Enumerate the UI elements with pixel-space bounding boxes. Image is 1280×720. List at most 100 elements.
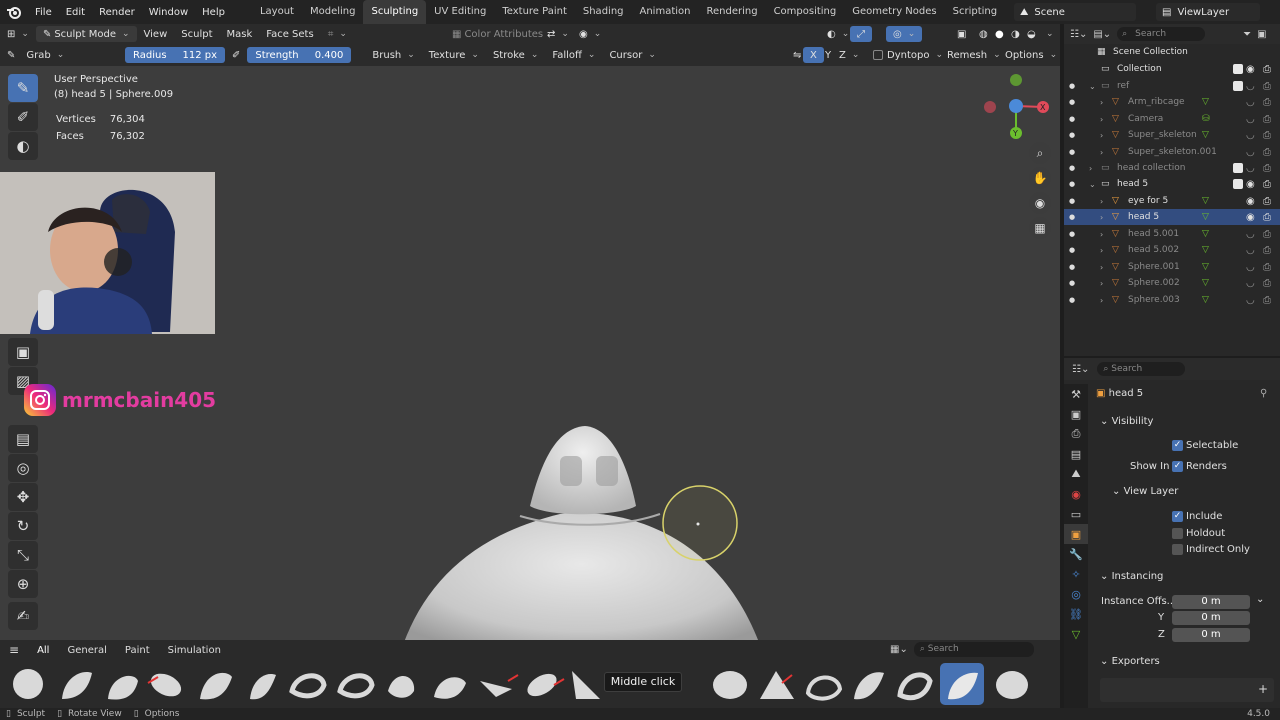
holdout-checkbox[interactable]: [1172, 528, 1183, 539]
expand-chevron-icon[interactable]: ›: [1100, 246, 1103, 255]
eye-icon[interactable]: ◡: [1246, 245, 1255, 256]
draw-brush-tool[interactable]: ✎: [8, 74, 38, 102]
world-tab-icon[interactable]: ◉: [1064, 484, 1088, 504]
view-layer-tab-icon[interactable]: ▤: [1064, 444, 1088, 464]
camera-render-icon[interactable]: ⎙: [1263, 130, 1271, 141]
active-dot-icon[interactable]: ●: [1069, 279, 1075, 287]
shading-options-icon[interactable]: [1036, 29, 1061, 39]
scene-tab-icon[interactable]: ⛰: [1064, 464, 1088, 484]
tab-sculpting[interactable]: Sculpting: [363, 0, 427, 24]
active-dot-icon[interactable]: ●: [1069, 164, 1075, 172]
scene-selector[interactable]: ⛰ Scene: [1014, 3, 1136, 21]
zoom-icon[interactable]: ⌕: [1029, 142, 1051, 164]
pin-icon[interactable]: ⚲: [1260, 388, 1267, 399]
exporters-list[interactable]: +: [1100, 678, 1274, 702]
camera-render-icon[interactable]: ⎙: [1263, 229, 1271, 240]
expand-chevron-icon[interactable]: ›: [1100, 279, 1103, 288]
outliner-item[interactable]: ● › ▽ head 5.001 ▽ ◡ ⎙: [1064, 226, 1280, 242]
shelf-search-input[interactable]: ⌕ Search: [913, 642, 1034, 657]
eye-icon[interactable]: ◡: [1246, 114, 1255, 125]
active-dot-icon[interactable]: ●: [1069, 246, 1075, 254]
exporters-panel-header[interactable]: ⌄ Exporters: [1100, 656, 1160, 667]
object-data-icon[interactable]: ⛁: [1202, 114, 1210, 124]
expand-chevron-icon[interactable]: ⌄: [1089, 180, 1096, 189]
instancing-panel-header[interactable]: ⌄ Instancing: [1100, 571, 1163, 582]
perspective-grid-icon[interactable]: ▦: [1029, 217, 1051, 239]
view-layer-selector[interactable]: ▤ ViewLayer: [1156, 3, 1260, 21]
mask-brush-tool[interactable]: ◐: [8, 132, 38, 160]
render-tab-icon[interactable]: ▣: [1064, 404, 1088, 424]
output-tab-icon[interactable]: ⎙: [1064, 424, 1088, 444]
shelf-tab-simulation[interactable]: Simulation: [159, 645, 230, 656]
object-data-icon[interactable]: ▽: [1202, 97, 1209, 107]
shelf-menu-icon[interactable]: ≡: [0, 643, 28, 657]
eye-icon[interactable]: ◡: [1246, 163, 1255, 174]
stroke-menu[interactable]: Stroke: [486, 50, 545, 61]
active-dot-icon[interactable]: ●: [1069, 230, 1075, 238]
3d-viewport[interactable]: User Perspective (8) head 5 | Sphere.009…: [0, 66, 1060, 660]
scale-tool-icon[interactable]: ⤡: [8, 541, 38, 569]
instance-offset-z-field[interactable]: 0 m: [1172, 628, 1250, 642]
camera-render-icon[interactable]: ⎙: [1263, 97, 1271, 108]
camera-render-icon[interactable]: ⎙: [1263, 147, 1271, 158]
constraints-tab-icon[interactable]: ⛓: [1064, 604, 1088, 624]
outliner-item[interactable]: ● › ▽ Sphere.002 ▽ ◡ ⎙: [1064, 275, 1280, 291]
annotate-tool-icon[interactable]: ✍: [8, 602, 38, 630]
editor-type-icon[interactable]: ⊞: [0, 29, 36, 40]
camera-view-icon[interactable]: ◉: [1029, 192, 1051, 214]
add-exporter-icon[interactable]: +: [1258, 682, 1268, 696]
visibility-panel-header[interactable]: ⌄ Visibility: [1100, 416, 1153, 427]
outliner-item[interactable]: ● › ▽ Camera ⛁ ◡ ⎙: [1064, 111, 1280, 127]
camera-render-icon[interactable]: ⎙: [1263, 212, 1271, 223]
menu-sculpt[interactable]: Sculpt: [174, 29, 219, 40]
active-dot-icon[interactable]: ●: [1069, 82, 1075, 90]
object-tab-icon[interactable]: ▣: [1064, 524, 1088, 544]
expand-chevron-icon[interactable]: ›: [1100, 148, 1103, 157]
active-dot-icon[interactable]: ●: [1069, 131, 1075, 139]
eye-icon[interactable]: ◡: [1246, 295, 1255, 306]
color-attributes-dropdown[interactable]: ▦ Color Attributes: [445, 29, 550, 40]
tool-tab-icon[interactable]: ⚒: [1064, 384, 1088, 404]
camera-render-icon[interactable]: ⎙: [1263, 179, 1271, 190]
menu-window[interactable]: Window: [142, 7, 195, 18]
tab-geometry-nodes[interactable]: Geometry Nodes: [844, 0, 944, 24]
expand-chevron-icon[interactable]: ›: [1100, 131, 1103, 140]
tab-compositing[interactable]: Compositing: [766, 0, 845, 24]
expand-chevron-icon[interactable]: ›: [1089, 164, 1092, 173]
exclude-checkbox[interactable]: [1233, 81, 1243, 91]
strength-slider[interactable]: Strength 0.400: [247, 47, 352, 63]
shelf-tab-general[interactable]: General: [58, 645, 115, 656]
rotate-tool-icon[interactable]: ↻: [8, 512, 38, 540]
outliner-item[interactable]: ● › ▽ head 5.002 ▽ ◡ ⎙: [1064, 242, 1280, 258]
face-set-edit-icon[interactable]: ⌗: [321, 29, 354, 40]
object-data-icon[interactable]: ▽: [1202, 295, 1209, 305]
outliner-item[interactable]: ● › ▽ Arm_ribcage ▽ ◡ ⎙: [1064, 94, 1280, 110]
renders-checkbox[interactable]: ✓: [1172, 461, 1183, 472]
eye-icon[interactable]: ◡: [1246, 97, 1255, 108]
properties-editor-icon[interactable]: ☷⌄: [1072, 364, 1089, 375]
expand-chevron-icon[interactable]: ›: [1100, 98, 1103, 107]
object-data-icon[interactable]: ▽: [1202, 130, 1209, 140]
active-dot-icon[interactable]: ●: [1069, 263, 1075, 271]
transform-tool-icon[interactable]: ⊕: [8, 570, 38, 598]
camera-render-icon[interactable]: ⎙: [1263, 163, 1271, 174]
instance-offset-y-field[interactable]: 0 m: [1172, 611, 1250, 625]
camera-render-icon[interactable]: ⎙: [1263, 278, 1271, 289]
active-dot-icon[interactable]: ●: [1069, 213, 1075, 221]
outliner-item[interactable]: ● › ▽ head 5 ▽ ◉ ⎙: [1064, 209, 1280, 225]
overlay-toggle-icon[interactable]: ◎: [886, 26, 923, 42]
outliner-item[interactable]: ▭ Collection ◉ ⎙: [1064, 61, 1280, 77]
expand-chevron-icon[interactable]: ›: [1100, 115, 1103, 124]
outliner-item[interactable]: ● › ▽ eye for 5 ▽ ◉ ⎙: [1064, 193, 1280, 209]
shelf-tab-paint[interactable]: Paint: [116, 645, 159, 656]
object-data-icon[interactable]: ▽: [1202, 278, 1209, 288]
radius-slider[interactable]: Radius 112 px: [125, 47, 225, 63]
active-dot-icon[interactable]: ●: [1069, 296, 1075, 304]
box-mask-tool[interactable]: ▣: [8, 338, 38, 366]
camera-render-icon[interactable]: ⎙: [1263, 64, 1271, 75]
filter-icon[interactable]: ⏷: [1243, 29, 1251, 40]
texture-menu[interactable]: Texture: [422, 50, 486, 61]
eye-icon[interactable]: ◉: [1246, 179, 1255, 190]
mode-selector[interactable]: ✎ Sculpt Mode: [35, 26, 137, 42]
move-tool-icon[interactable]: ✥: [8, 483, 38, 511]
